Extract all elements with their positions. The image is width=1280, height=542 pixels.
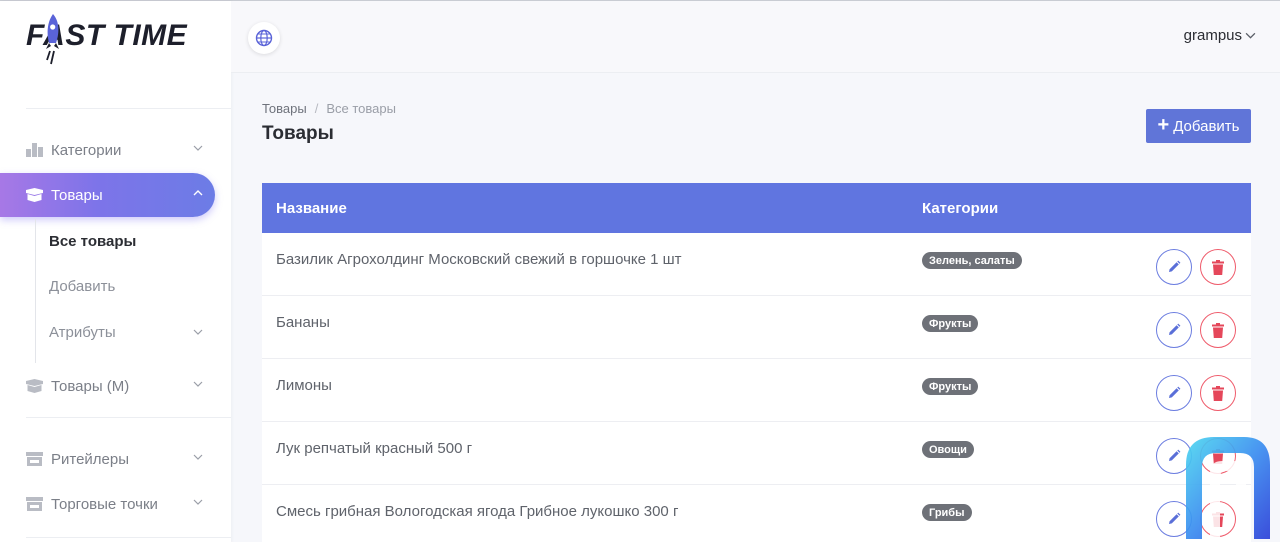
sidebar-item-outlets[interactable]: Торговые точки [0, 482, 215, 526]
breadcrumb-root[interactable]: Товары [262, 101, 307, 116]
topbar: grampus [231, 1, 1280, 73]
user-menu[interactable]: grampus [1184, 27, 1256, 44]
sidebar-item-label: Товары (М) [51, 377, 130, 395]
sidebar: FAST TIME Категории Товары Все товары До… [0, 1, 231, 542]
column-header-name[interactable]: Название [276, 200, 347, 217]
category-badge: Грибы [922, 504, 972, 521]
sidebar-subitem-label: Добавить [49, 277, 116, 295]
store-icon [26, 497, 43, 511]
box-icon [26, 188, 43, 202]
chevron-down-icon [193, 329, 203, 335]
chevron-down-icon [1245, 32, 1256, 39]
table-row: Лук репчатый красный 500 г Овощи [262, 422, 1251, 485]
table-row: Бананы Фрукты [262, 296, 1251, 359]
language-button[interactable] [248, 22, 280, 54]
sidebar-divider [26, 537, 231, 538]
store-icon [26, 452, 43, 466]
rocket-icon [46, 14, 59, 65]
table-header: Название Категории [262, 183, 1251, 233]
chevron-down-icon [193, 145, 203, 151]
trash-icon [1212, 385, 1224, 401]
product-name: Лимоны [276, 377, 332, 394]
chevron-up-icon [193, 190, 203, 196]
add-button-label: Добавить [1173, 117, 1240, 135]
product-name: Бананы [276, 314, 330, 331]
categories-icon [26, 143, 43, 157]
sidebar-item-label: Товары [51, 186, 103, 204]
table-row: Базилик Агрохолдинг Московский свежий в … [262, 233, 1251, 296]
globe-icon [255, 29, 273, 47]
product-name: Лук репчатый красный 500 г [276, 440, 473, 457]
assistant-widget-icon[interactable] [1182, 433, 1272, 539]
breadcrumb-current: Все товары [326, 101, 396, 116]
pencil-icon [1169, 260, 1181, 272]
sidebar-subitem-label: Все товары [49, 232, 137, 250]
pencil-icon [1169, 323, 1181, 335]
pencil-icon [1169, 512, 1181, 524]
sidebar-item-label: Категории [51, 141, 122, 159]
breadcrumb-separator: / [314, 101, 319, 116]
breadcrumb: Товары / Все товары [262, 101, 396, 116]
page-title: Товары [262, 123, 334, 144]
category-badge: Фрукты [922, 378, 979, 395]
trash-icon [1212, 322, 1224, 338]
user-name: grampus [1183, 27, 1242, 44]
chevron-down-icon [193, 381, 203, 387]
column-header-categories[interactable]: Категории [922, 200, 998, 217]
delete-button[interactable] [1200, 249, 1236, 285]
sidebar-item-products[interactable]: Товары [0, 173, 215, 217]
category-badge: Фрукты [922, 315, 979, 332]
edit-button[interactable] [1156, 249, 1192, 285]
trash-icon [1212, 259, 1224, 275]
pencil-icon [1169, 386, 1181, 398]
product-name: Базилик Агрохолдинг Московский свежий в … [276, 251, 682, 268]
delete-button[interactable] [1200, 312, 1236, 348]
edit-button[interactable] [1156, 375, 1192, 411]
table-row: Смесь грибная Вологодская ягода Грибное … [262, 485, 1251, 542]
category-badge: Зелень, салаты [922, 252, 1022, 269]
delete-button[interactable] [1200, 375, 1236, 411]
sidebar-item-categories[interactable]: Категории [0, 128, 215, 172]
box-icon [26, 379, 43, 393]
sidebar-divider [26, 108, 231, 109]
category-badge: Овощи [922, 441, 974, 458]
table-row: Лимоны Фрукты [262, 359, 1251, 422]
sidebar-divider [26, 417, 231, 418]
sidebar-item-retailers[interactable]: Ритейлеры [0, 437, 215, 481]
sidebar-subitem-attributes[interactable]: Атрибуты [49, 317, 215, 347]
edit-button[interactable] [1156, 312, 1192, 348]
sidebar-item-label: Ритейлеры [51, 450, 130, 468]
products-table: Название Категории Базилик Агрохолдинг М… [262, 183, 1251, 542]
sidebar-subitem-add[interactable]: Добавить [49, 271, 215, 301]
product-name: Смесь грибная Вологодская ягода Грибное … [276, 503, 679, 520]
sidebar-subitem-label: Атрибуты [49, 323, 116, 341]
logo[interactable]: FAST TIME [26, 13, 196, 69]
plus-icon: + [1157, 114, 1170, 136]
sidebar-subitem-all-products[interactable]: Все товары [49, 226, 215, 256]
chevron-down-icon [193, 499, 203, 505]
add-button[interactable]: + Добавить [1146, 109, 1251, 143]
sidebar-item-products-m[interactable]: Товары (М) [0, 364, 215, 408]
sidebar-item-label: Торговые точки [51, 495, 158, 513]
chevron-down-icon [193, 454, 203, 460]
submenu-line [35, 219, 36, 363]
pencil-icon [1169, 449, 1181, 461]
